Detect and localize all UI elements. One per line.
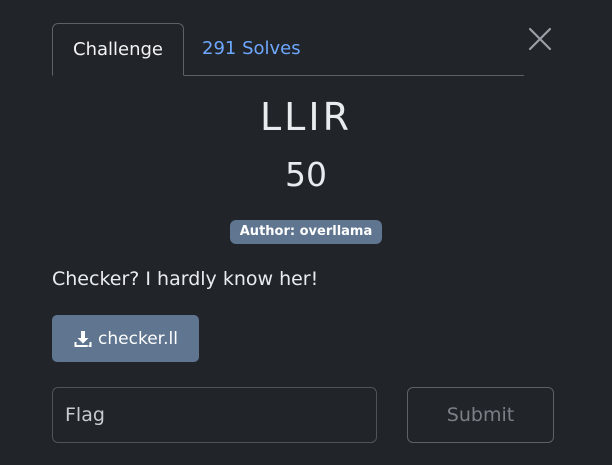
challenge-points: 50	[285, 155, 327, 194]
close-button[interactable]	[526, 25, 554, 53]
download-file-label: checker.ll	[98, 328, 178, 349]
close-icon[interactable]	[526, 25, 554, 53]
tab-challenge[interactable]: Challenge	[52, 23, 184, 76]
challenge-title: LLIR	[260, 95, 352, 139]
submit-button[interactable]: Submit	[407, 387, 554, 443]
flag-input[interactable]	[52, 387, 377, 443]
author-badge: Author: overllama	[229, 220, 383, 244]
author-badge-wrap: Author: overllama	[0, 220, 612, 244]
challenge-description: Checker? I hardly know her!	[52, 268, 319, 290]
tab-bar: Challenge 291 Solves	[52, 23, 524, 76]
tab-solves[interactable]: 291 Solves	[182, 23, 321, 75]
challenge-modal: Challenge 291 Solves LLIR 50 Author: ove…	[0, 0, 612, 465]
download-file-button[interactable]: checker.ll	[52, 315, 199, 362]
download-icon	[73, 329, 93, 349]
